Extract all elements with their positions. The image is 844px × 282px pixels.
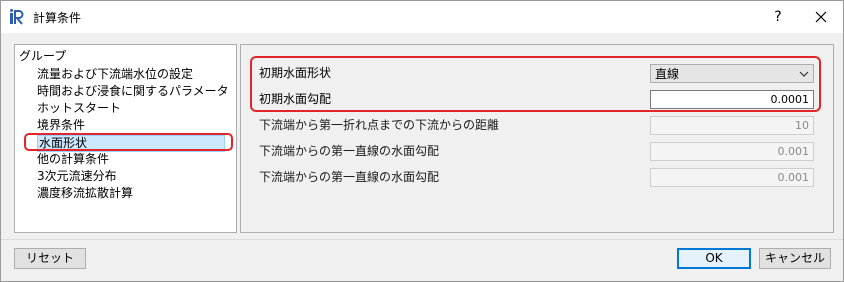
initial-slope-label: 初期水面勾配 [259, 92, 332, 106]
tree-item-label: 他の計算条件 [37, 152, 110, 166]
tree-item-label: 3次元流速分布 [37, 169, 117, 183]
second-line-slope-label: 下流端からの第一直線の水面勾配 [259, 170, 440, 184]
first-break-distance-label: 下流端から第一折れ点までの下流からの距離 [259, 118, 500, 132]
initial-shape-label: 初期水面形状 [259, 66, 332, 80]
first-line-slope-label: 下流端からの第一直線の水面勾配 [259, 144, 440, 158]
initial-shape-select[interactable]: 直線 [650, 64, 814, 83]
tree-item-3d-velocity[interactable]: 3次元流速分布 [37, 168, 117, 185]
footer-divider [1, 239, 843, 240]
tree-item-label: ホットスタート [37, 101, 122, 115]
window-title: 計算条件 [33, 11, 82, 25]
tree-item-water-surface[interactable]: 水面形状 [37, 135, 225, 152]
help-button[interactable]: ? [767, 7, 789, 27]
tree-item-label: 時間および浸食に関するパラメータ [37, 84, 229, 98]
tree-item-other-conditions[interactable]: 他の計算条件 [37, 151, 109, 168]
title-bar: 計算条件 ? [1, 1, 843, 33]
tree-item-hotstart[interactable]: ホットスタート [37, 100, 121, 117]
settings-panel: 初期水面形状 直線 初期水面勾配 0.0001 下流端から第一折れ点までの下流か… [240, 44, 834, 233]
tree-item-label: 水面形状 [39, 136, 88, 150]
app-logo-icon [10, 9, 24, 25]
tree-header: グループ [19, 49, 67, 63]
tree-item-flow-downstream[interactable]: 流量および下流端水位の設定 [37, 66, 193, 83]
dialog-window: 計算条件 ? グループ 流量および下流端水位の設定 時間および浸食に関するパラメ… [0, 0, 844, 282]
first-line-slope-field[interactable]: 0.001 [650, 142, 814, 161]
tree-item-time-erosion[interactable]: 時間および浸食に関するパラメータ [37, 83, 229, 100]
tree-item-concentration[interactable]: 濃度移流拡散計算 [37, 185, 133, 202]
initial-slope-field[interactable]: 0.0001 [650, 90, 814, 109]
tree-item-boundary[interactable]: 境界条件 [37, 117, 85, 134]
second-line-slope-field[interactable]: 0.001 [650, 168, 814, 187]
group-tree-panel[interactable]: グループ 流量および下流端水位の設定 時間および浸食に関するパラメータ ホットス… [14, 44, 237, 233]
close-icon [815, 11, 827, 23]
ok-button[interactable]: OK [677, 248, 751, 269]
cancel-button[interactable]: キャンセル [759, 248, 831, 269]
tree-item-label: 流量および下流端水位の設定 [37, 67, 194, 81]
tree-item-label: 境界条件 [37, 118, 86, 132]
first-break-distance-field[interactable]: 10 [650, 116, 814, 135]
tree-item-label: 濃度移流拡散計算 [37, 186, 134, 200]
chevron-down-icon [799, 71, 809, 77]
reset-button[interactable]: リセット [14, 248, 86, 269]
initial-shape-value: 直線 [655, 67, 680, 81]
close-button[interactable] [809, 7, 833, 27]
